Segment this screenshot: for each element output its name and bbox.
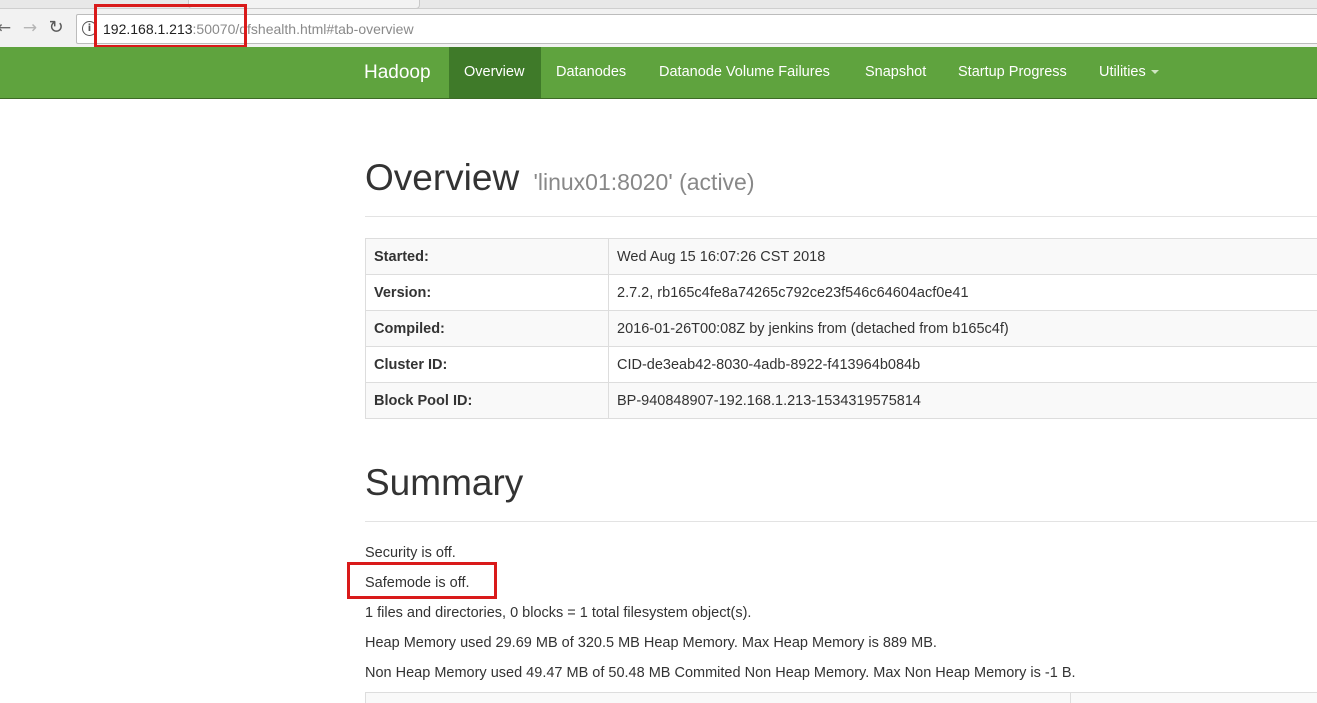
row-key: Compiled: xyxy=(366,311,609,347)
caret-down-icon xyxy=(1151,70,1159,74)
row-value: 2.7.2, rb165c4fe8a74265c792ce23f546c6460… xyxy=(609,275,1317,311)
row-value: 2016-01-26T00:08Z by jenkins from (detac… xyxy=(609,311,1317,347)
namenode-subtitle: 'linux01:8020' (active) xyxy=(533,169,754,195)
summary-table-edge xyxy=(365,692,1317,703)
table-divider xyxy=(1070,693,1071,703)
table-row: Compiled: 2016-01-26T00:08Z by jenkins f… xyxy=(366,311,1317,347)
divider xyxy=(365,216,1317,217)
forward-arrow-icon[interactable]: → xyxy=(20,18,40,38)
tab-overview[interactable]: Overview xyxy=(449,47,541,98)
tab-snapshot-label: Snapshot xyxy=(865,64,926,80)
reload-icon[interactable]: ↻ xyxy=(46,18,66,38)
overview-info-table: Started: Wed Aug 15 16:07:26 CST 2018 Ve… xyxy=(365,238,1317,419)
tab-datanode-volume-failures[interactable]: Datanode Volume Failures xyxy=(644,47,845,98)
row-key: Started: xyxy=(366,239,609,275)
table-row: Started: Wed Aug 15 16:07:26 CST 2018 xyxy=(366,239,1317,275)
hadoop-navbar: Hadoop Overview Datanodes Datanode Volum… xyxy=(0,47,1317,99)
tab-utilities-label: Utilities xyxy=(1099,64,1146,80)
row-key: Cluster ID: xyxy=(366,347,609,383)
url-path: /dfshealth.html#tab-overview xyxy=(235,21,413,37)
url-highlight-box xyxy=(94,4,247,48)
row-key: Block Pool ID: xyxy=(366,383,609,419)
address-bar[interactable]: i 192.168.1.213:50070/dfshealth.html#tab… xyxy=(76,14,1317,44)
tab-startup-progress-label: Startup Progress xyxy=(958,64,1067,80)
tab-overview-label: Overview xyxy=(464,64,524,80)
tab-datanode-volume-failures-label: Datanode Volume Failures xyxy=(659,64,830,80)
row-value: Wed Aug 15 16:07:26 CST 2018 xyxy=(609,239,1317,275)
row-value: CID-de3eab42-8030-4adb-8922-f413964b084b xyxy=(609,347,1317,383)
tab-snapshot[interactable]: Snapshot xyxy=(850,47,941,98)
row-value: BP-940848907-192.168.1.213-1534319575814 xyxy=(609,383,1317,419)
page-title: Overview 'linux01:8020' (active) xyxy=(365,157,755,199)
row-key: Version: xyxy=(366,275,609,311)
safemode-highlight-box xyxy=(347,562,497,599)
table-row: Version: 2.7.2, rb165c4fe8a74265c792ce23… xyxy=(366,275,1317,311)
tab-utilities[interactable]: Utilities xyxy=(1084,47,1174,98)
table-row: Block Pool ID: BP-940848907-192.168.1.21… xyxy=(366,383,1317,419)
filesystem-objects: 1 files and directories, 0 blocks = 1 to… xyxy=(365,603,751,623)
brand-logo[interactable]: Hadoop xyxy=(364,47,431,98)
tab-datanodes[interactable]: Datanodes xyxy=(541,47,641,98)
tab-datanodes-label: Datanodes xyxy=(556,64,626,80)
page-title-text: Overview xyxy=(365,157,519,198)
tab-startup-progress[interactable]: Startup Progress xyxy=(943,47,1082,98)
security-status: Security is off. xyxy=(365,543,456,563)
summary-title: Summary xyxy=(365,462,523,504)
table-row: Cluster ID: CID-de3eab42-8030-4adb-8922-… xyxy=(366,347,1317,383)
divider xyxy=(365,521,1317,522)
non-heap-memory: Non Heap Memory used 49.47 MB of 50.48 M… xyxy=(365,663,1076,683)
back-arrow-icon[interactable]: ← xyxy=(0,18,14,38)
heap-memory: Heap Memory used 29.69 MB of 320.5 MB He… xyxy=(365,633,937,653)
